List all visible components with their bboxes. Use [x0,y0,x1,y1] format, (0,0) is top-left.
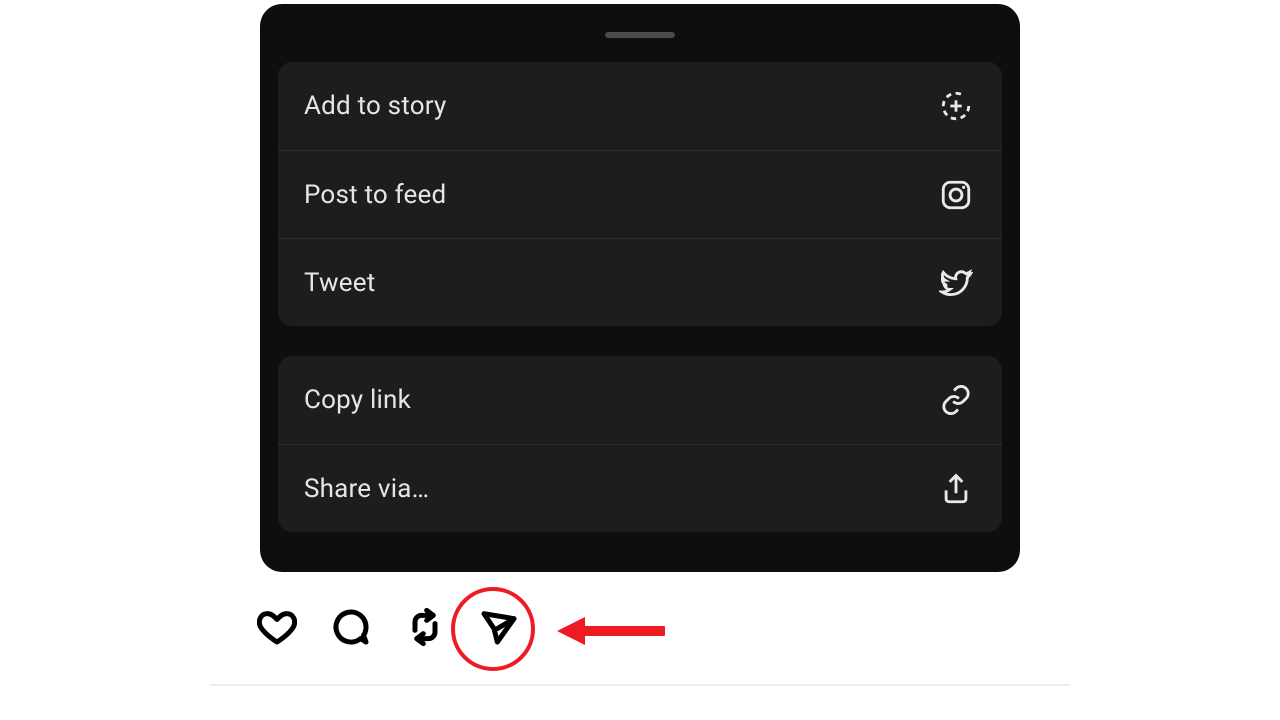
share-row-label: Share via… [304,474,429,504]
send-button[interactable] [476,606,522,652]
like-icon [257,607,297,651]
share-row-tweet[interactable]: Tweet [278,238,1002,326]
repost-button[interactable] [402,606,448,652]
like-button[interactable] [254,606,300,652]
send-icon [479,607,519,651]
share-icon [938,471,974,507]
repost-icon [405,607,445,651]
sheet-drag-handle[interactable] [605,32,675,38]
link-icon [938,382,974,418]
share-row-copy-link[interactable]: Copy link [278,356,1002,444]
share-row-label: Add to story [304,91,447,121]
instagram-icon [938,177,974,213]
share-group-2: Copy link Share via… [278,356,1002,532]
twitter-icon [938,265,974,301]
share-group-1: Add to story Post to feed Tweet [278,62,1002,326]
add-story-icon [938,88,974,124]
share-row-add-to-story[interactable]: Add to story [278,62,1002,150]
share-row-label: Tweet [304,268,375,298]
share-sheet: Add to story Post to feed Tweet Copy [260,4,1020,572]
action-bar-divider [210,684,1070,686]
share-row-post-to-feed[interactable]: Post to feed [278,150,1002,238]
share-row-label: Post to feed [304,180,446,210]
share-row-label: Copy link [304,385,411,415]
post-action-bar [210,594,1070,686]
share-row-share-via[interactable]: Share via… [278,444,1002,532]
comment-icon [331,607,371,651]
comment-button[interactable] [328,606,374,652]
